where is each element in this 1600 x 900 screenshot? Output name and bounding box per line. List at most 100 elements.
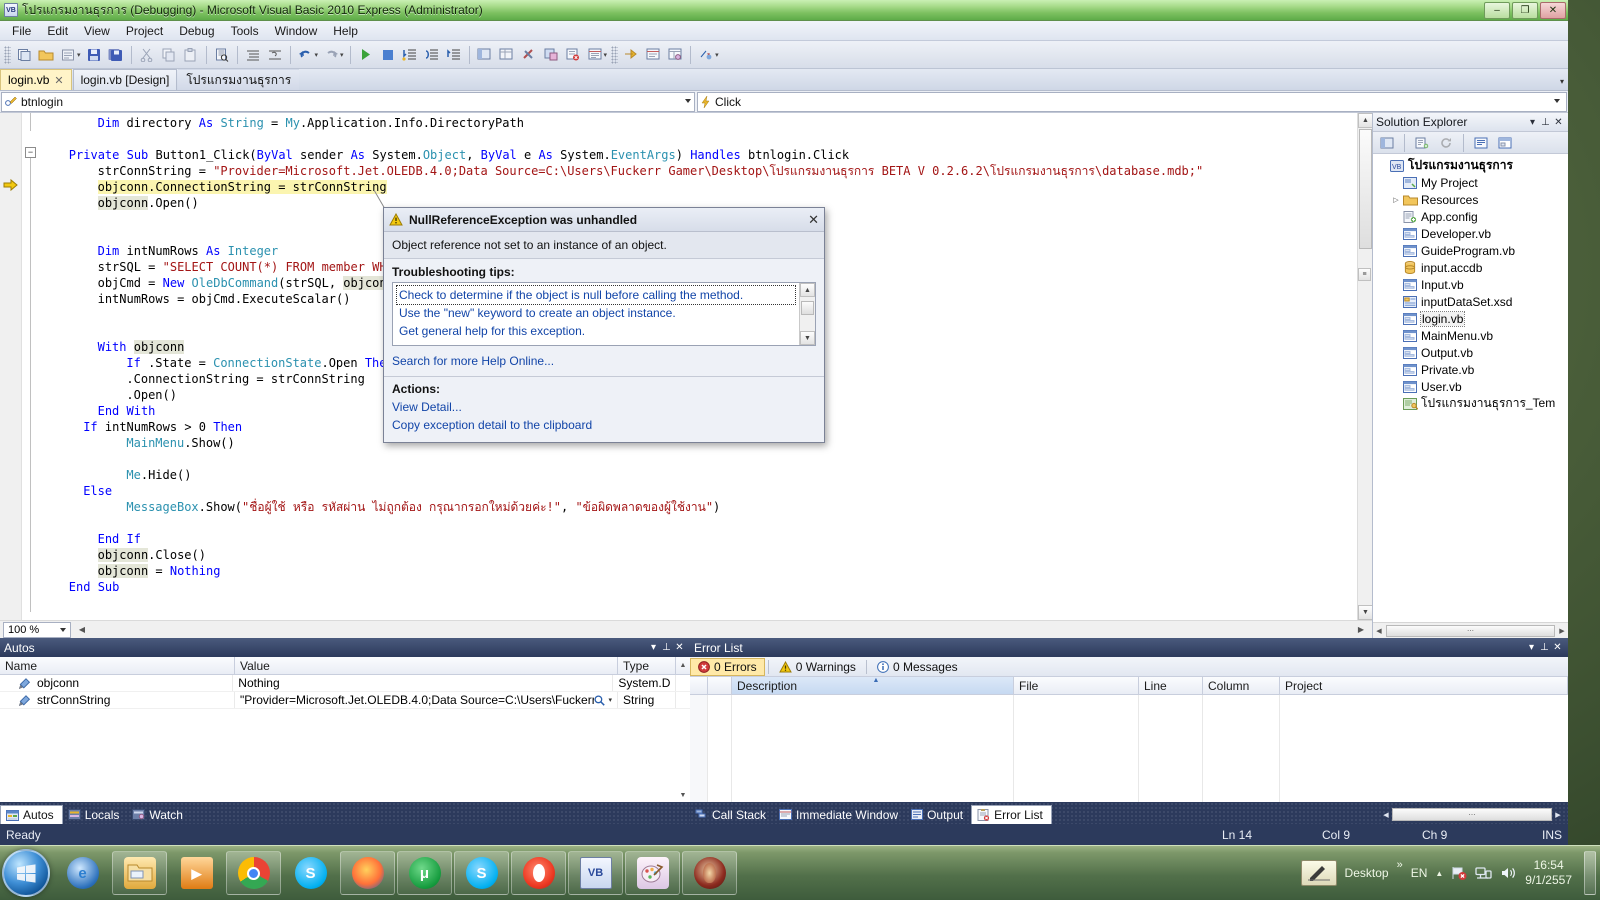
windows-start-orb-icon[interactable] [2,849,50,897]
tree-item-Input.vb[interactable]: Input.vb [1373,276,1568,293]
tree-item-App.config[interactable]: App.config [1373,208,1568,225]
taskbar-item-skype[interactable]: S [283,851,338,895]
toolbar-grip-2[interactable] [611,45,619,64]
tip-link-3[interactable]: Get general help for this exception. [397,322,795,340]
tree-item-input.accdb[interactable]: input.accdb [1373,259,1568,276]
tray-overflow-icon[interactable]: » [1397,859,1403,871]
tray-clock[interactable]: 16:54 9/1/2557 [1525,858,1572,888]
scroll-left-button[interactable]: ◀ [75,623,89,637]
volume-icon[interactable] [1500,865,1517,881]
watch-window-icon[interactable] [665,45,685,65]
taskbar-item-skype-window[interactable]: S [454,851,509,895]
close-icon[interactable]: ✕ [1552,117,1565,128]
redo-icon[interactable] [321,45,341,65]
scrollbar-thumb[interactable] [801,301,814,315]
search-more-help-link[interactable]: Search for more Help Online... [384,352,824,376]
filter-messages-button[interactable]: 0 Messages [870,658,965,676]
add-new-item-icon[interactable] [58,45,78,65]
chevron-down-icon[interactable] [1554,98,1560,103]
taskbar-item-file-explorer[interactable] [112,851,167,895]
scrollbar-thumb[interactable]: ⋯ [1386,624,1555,637]
folding-margin[interactable]: − [22,113,40,620]
column-header-project[interactable]: Project [1280,677,1568,694]
autos-cell-value[interactable]: Nothing [233,675,614,691]
copy-icon[interactable] [159,45,179,65]
tray-desktop-label[interactable]: Desktop [1345,866,1389,880]
scroll-down-button[interactable]: ▼ [800,331,815,345]
toolbar-grip[interactable] [4,45,11,64]
taskbar-item-mozilla-firefox[interactable] [340,851,395,895]
menu-item-project[interactable]: Project [118,22,171,40]
text-visualizer-magnifier-icon[interactable] [594,694,606,706]
step-into-icon[interactable] [400,45,420,65]
minimize-button[interactable]: – [1484,2,1510,19]
undo-icon[interactable] [296,45,316,65]
tree-item-โปรแกรมงานธุรการ[interactable]: VB โปรแกรมงานธุรการ [1373,157,1568,174]
taskbar-item-program-window[interactable] [682,851,737,895]
view-detail-link[interactable]: View Detail... [392,398,816,416]
paste-icon[interactable] [181,45,201,65]
visualizer-dropdown-icon[interactable]: ▾ [608,696,612,704]
tree-item-login.vb[interactable]: login.vb [1373,310,1568,327]
solution-explorer-icon[interactable] [475,45,495,65]
menu-item-edit[interactable]: Edit [39,22,76,40]
autos-row[interactable]: strConnString "Provider=Microsoft.Jet.OLE… [0,692,690,709]
maximize-button[interactable]: ❐ [1512,2,1538,19]
network-icon[interactable] [1475,865,1492,881]
taskbar-item-visual-basic[interactable]: VB [568,851,623,895]
object-browser-icon[interactable] [541,45,561,65]
tip-link-2[interactable]: Use the "new" keyword to create an objec… [397,304,795,322]
action-center-flag-icon[interactable] [1451,865,1467,881]
scroll-down-button[interactable]: ▼ [676,792,690,799]
close-icon[interactable]: ✕ [1551,642,1564,653]
column-header-file[interactable]: File [1014,677,1139,694]
step-over-icon[interactable] [422,45,442,65]
tab-locals[interactable]: Locals [63,805,128,824]
tablet-pen-input-icon[interactable] [1300,860,1337,886]
properties-window-icon[interactable] [497,45,517,65]
show-all-files-icon[interactable] [1412,133,1432,153]
start-debug-icon[interactable] [356,45,376,65]
taskbar-item-google-chrome[interactable] [226,851,281,895]
uncomment-icon[interactable] [265,45,285,65]
indicator-margin[interactable] [0,113,22,620]
column-header-column[interactable]: Column [1203,677,1280,694]
scroll-up-button[interactable]: ▲ [1358,113,1372,128]
view-designer-icon[interactable] [1495,133,1515,153]
tab-list-dropdown-icon[interactable]: ▾ [1560,77,1564,86]
column-header-description[interactable]: Description ▲ [732,677,1014,694]
tree-item-My Project[interactable]: My Project [1373,174,1568,191]
output-window-icon[interactable] [585,45,605,65]
autos-cell-value[interactable]: "Provider=Microsoft.Jet.OLEDB.4.0;Data S… [235,692,618,708]
tray-language-indicator[interactable]: EN [1411,866,1428,880]
auto-hide-pin-icon[interactable]: ⊥ [1539,117,1552,128]
tips-vertical-scrollbar[interactable]: ▲ ▼ [799,283,815,345]
tab-output[interactable]: Output [906,805,971,824]
taskbar-item-internet-explorer[interactable]: e [55,851,110,895]
menu-item-view[interactable]: View [76,22,118,40]
tab-project[interactable]: โปรแกรมงานธุรการ [178,69,300,90]
autos-grid[interactable]: Name Value Type ▲ objconn Nothing System.D… [0,657,690,802]
show-hidden-icons-icon[interactable]: ▲ [1435,869,1443,878]
tab-watch[interactable]: Watch [127,805,191,824]
tab-autos[interactable]: Autos [0,805,63,824]
close-button[interactable]: ✕ [1540,2,1566,19]
error-list-icon[interactable] [563,45,583,65]
tab-call-stack[interactable]: Call Stack [690,805,774,824]
column-header-line[interactable]: Line [1139,677,1203,694]
window-position-icon[interactable]: ▾ [1525,642,1538,653]
filter-errors-button[interactable]: 0 Errors [690,657,765,676]
breakpoint-icon[interactable] [696,45,716,65]
tree-item-MainMenu.vb[interactable]: MainMenu.vb [1373,327,1568,344]
copy-exception-detail-link[interactable]: Copy exception detail to the clipboard [392,416,816,434]
column-header-name[interactable]: Name [0,657,235,674]
open-file-icon[interactable] [36,45,56,65]
tree-item-Private.vb[interactable]: Private.vb [1373,361,1568,378]
editor-vertical-scrollbar[interactable]: ▲ ≡ ▼ [1357,113,1372,620]
tree-item-Output.vb[interactable]: Output.vb [1373,344,1568,361]
close-icon[interactable]: ✕ [54,74,63,87]
step-out-icon[interactable] [444,45,464,65]
collapse-region-button[interactable]: − [25,147,36,158]
filter-warnings-button[interactable]: 0 Warnings [772,658,863,676]
save-icon[interactable] [84,45,104,65]
